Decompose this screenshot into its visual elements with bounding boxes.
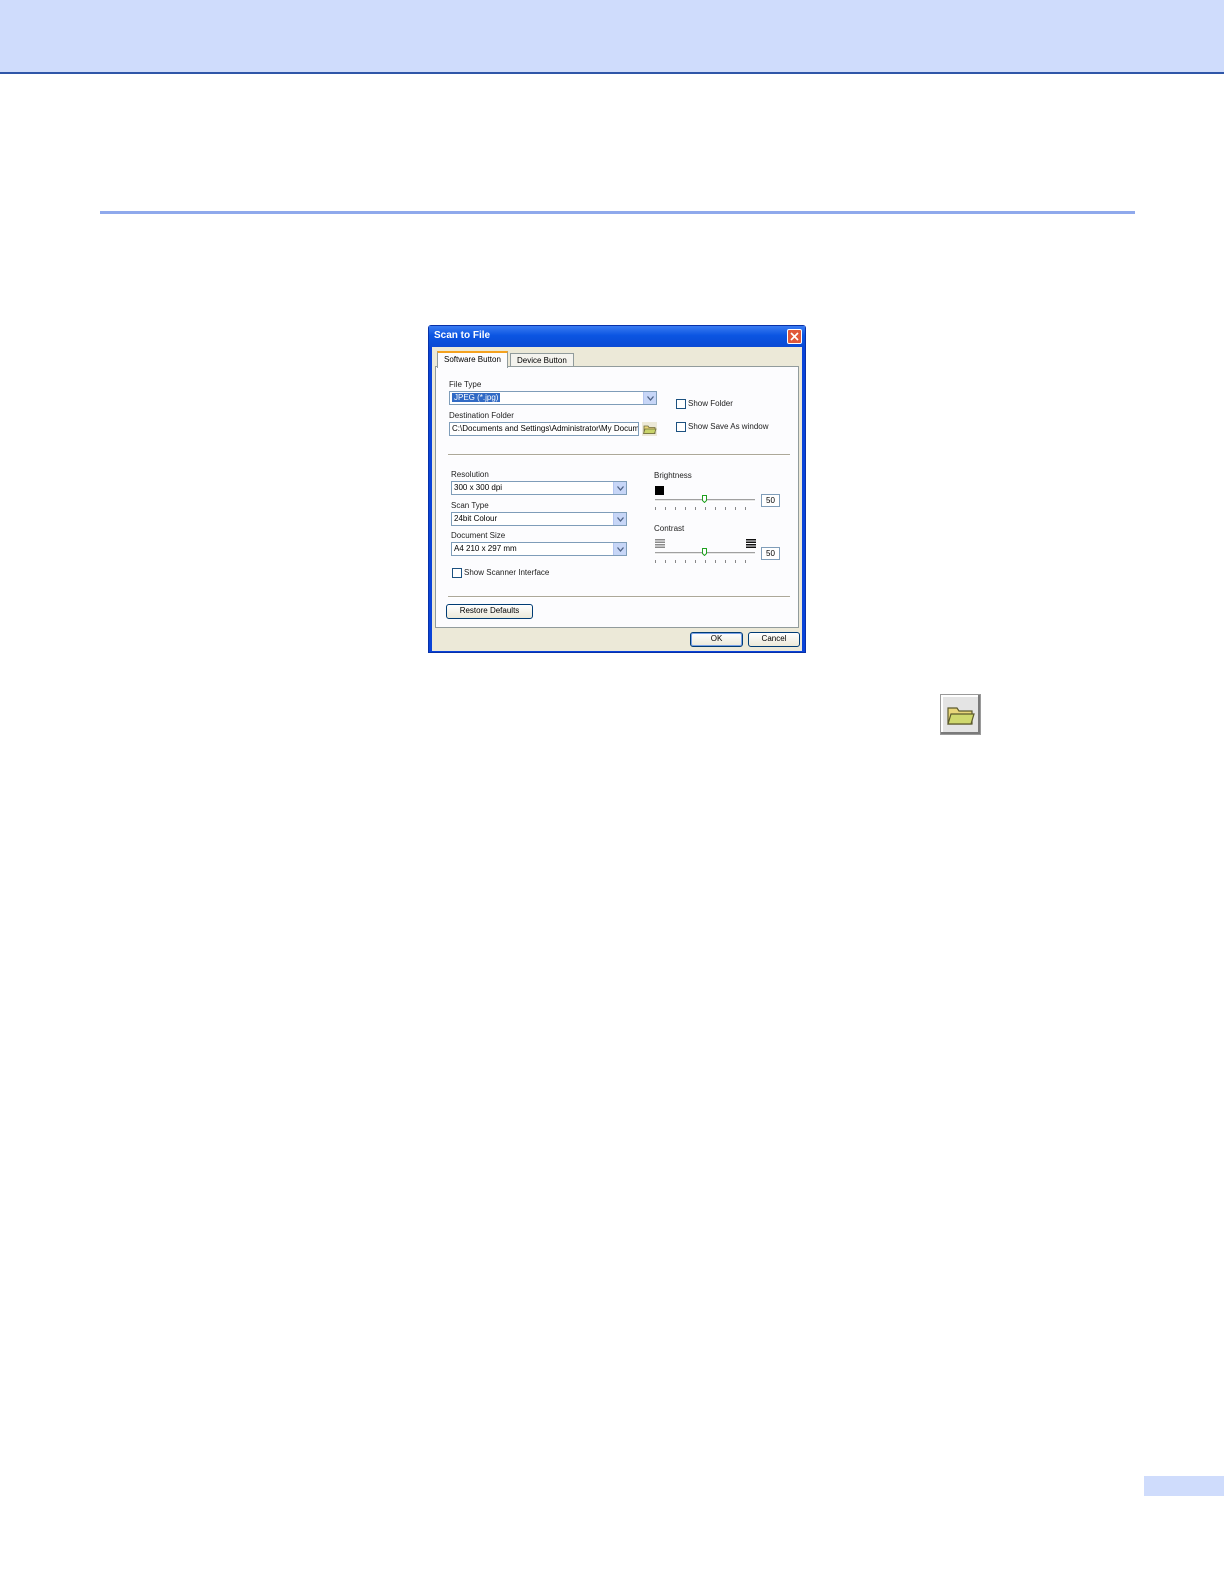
ok-button[interactable]: OK (690, 632, 743, 647)
cancel-button[interactable]: Cancel (748, 632, 800, 647)
tab-device-button[interactable]: Device Button (510, 353, 574, 367)
file-type-label: File Type (449, 380, 482, 389)
chevron-down-icon (643, 392, 656, 404)
folder-icon (946, 706, 975, 725)
browse-folder-button-illustration (940, 694, 981, 735)
page-number-tab (1144, 1476, 1224, 1496)
dialog-client-area: Software Button Device Button File Type … (432, 347, 802, 651)
resolution-select[interactable]: 300 x 300 dpi (451, 481, 627, 495)
show-scanner-interface-checkbox[interactable] (452, 568, 462, 578)
folder-icon (642, 422, 657, 436)
close-button[interactable] (787, 329, 802, 344)
destination-folder-field[interactable]: C:\Documents and Settings\Administrator\… (449, 422, 639, 436)
show-save-as-label: Show Save As window (688, 422, 769, 431)
contrast-ticks (655, 560, 755, 563)
document-size-value: A4 210 x 297 mm (454, 544, 517, 553)
brightness-ticks (655, 507, 755, 510)
show-save-as-checkbox[interactable] (676, 422, 686, 432)
separator-top (448, 454, 790, 456)
browse-folder-button[interactable] (642, 422, 657, 436)
low-contrast-icon (655, 539, 665, 548)
contrast-label: Contrast (654, 524, 685, 533)
scan-type-label: Scan Type (451, 501, 489, 510)
show-folder-checkbox[interactable] (676, 399, 686, 409)
page-header-band (0, 0, 1224, 74)
separator-bottom (448, 596, 790, 598)
title-bar[interactable]: Scan to File (429, 326, 805, 347)
contrast-slider-thumb[interactable] (702, 548, 707, 556)
contrast-value[interactable]: 50 (761, 547, 780, 560)
close-icon (790, 332, 799, 341)
chevron-down-icon (613, 543, 626, 555)
resolution-label: Resolution (451, 470, 489, 479)
chevron-down-icon (613, 482, 626, 494)
scan-type-select[interactable]: 24bit Colour (451, 512, 627, 526)
brightness-label: Brightness (654, 471, 692, 480)
resolution-value: 300 x 300 dpi (454, 483, 503, 492)
tab-software-button[interactable]: Software Button (437, 351, 508, 368)
tab-panel-software-button: File Type JPEG (*.jpg) Destination Folde… (435, 366, 799, 628)
brightness-slider-thumb[interactable] (702, 495, 707, 503)
show-folder-label: Show Folder (688, 399, 733, 408)
dialog-title: Scan to File (434, 330, 491, 341)
document-size-select[interactable]: A4 210 x 297 mm (451, 542, 627, 556)
scan-to-file-dialog: Scan to File Software Button Device Butt… (428, 325, 806, 653)
document-size-label: Document Size (451, 531, 506, 540)
chevron-down-icon (613, 513, 626, 525)
high-contrast-icon (746, 539, 756, 548)
file-type-value: JPEG (*.jpg) (452, 393, 501, 402)
destination-folder-label: Destination Folder (449, 411, 514, 420)
brightness-value[interactable]: 50 (761, 494, 780, 507)
restore-defaults-button[interactable]: Restore Defaults (446, 604, 533, 619)
show-scanner-interface-label: Show Scanner Interface (464, 568, 550, 577)
scan-type-value: 24bit Colour (454, 514, 498, 523)
file-type-select[interactable]: JPEG (*.jpg) (449, 391, 657, 405)
section-divider (100, 211, 1135, 214)
dark-swatch-icon (655, 486, 664, 495)
